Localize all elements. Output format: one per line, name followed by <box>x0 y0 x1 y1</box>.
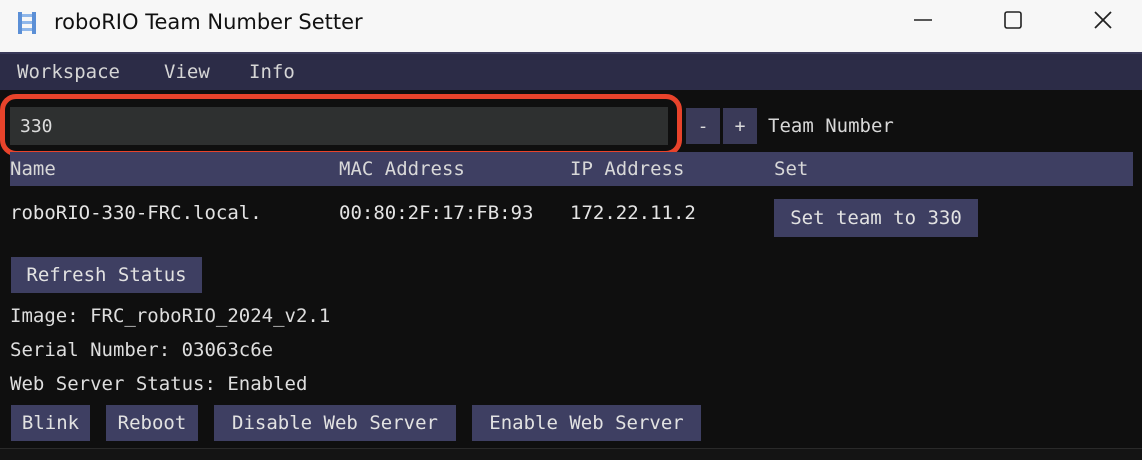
window-title: roboRIO Team Number Setter <box>54 10 363 34</box>
device-name: roboRIO-330-FRC.local. <box>10 202 262 224</box>
menu-view[interactable]: View <box>164 60 210 84</box>
bottom-edge <box>0 448 1142 460</box>
blink-button[interactable]: Blink <box>11 405 90 441</box>
title-bar: roboRIO Team Number Setter <box>0 0 1142 52</box>
device-ip: 172.22.11.2 <box>570 202 696 224</box>
increment-button[interactable]: + <box>723 108 757 144</box>
maximize-button[interactable] <box>968 0 1058 44</box>
web-server-status: Web Server Status: Enabled <box>10 373 308 395</box>
disable-web-server-button[interactable]: Disable Web Server <box>214 405 456 441</box>
column-header-name: Name <box>10 158 56 180</box>
column-header-mac: MAC Address <box>339 158 465 180</box>
minimize-icon <box>912 9 934 35</box>
maximize-icon <box>1002 9 1024 35</box>
refresh-status-button[interactable]: Refresh Status <box>11 257 202 293</box>
team-number-label: Team Number <box>768 115 894 137</box>
enable-web-server-button[interactable]: Enable Web Server <box>472 405 701 441</box>
decrement-button[interactable]: - <box>686 108 720 144</box>
minimize-button[interactable] <box>878 0 968 44</box>
image-version: Image: FRC_roboRIO_2024_v2.1 <box>10 305 331 327</box>
team-number-input[interactable] <box>10 107 668 145</box>
app-window: roboRIO Team Number Setter Workspace Vie… <box>0 0 1142 460</box>
reboot-button[interactable]: Reboot <box>106 405 198 441</box>
menu-bar: Workspace View Info <box>0 52 1142 90</box>
menu-workspace[interactable]: Workspace <box>17 60 120 84</box>
column-header-ip: IP Address <box>570 158 685 180</box>
close-icon <box>1092 9 1114 35</box>
column-header-set: Set <box>774 158 809 180</box>
serial-number: Serial Number: 03063c6e <box>10 339 274 361</box>
set-team-button[interactable]: Set team to 330 <box>774 199 978 237</box>
device-mac: 00:80:2F:17:FB:93 <box>339 202 534 224</box>
menu-info[interactable]: Info <box>249 60 295 84</box>
close-button[interactable] <box>1058 0 1142 44</box>
table-header: Name MAC Address IP Address Set <box>10 152 1133 186</box>
roborio-app-icon <box>16 10 38 36</box>
